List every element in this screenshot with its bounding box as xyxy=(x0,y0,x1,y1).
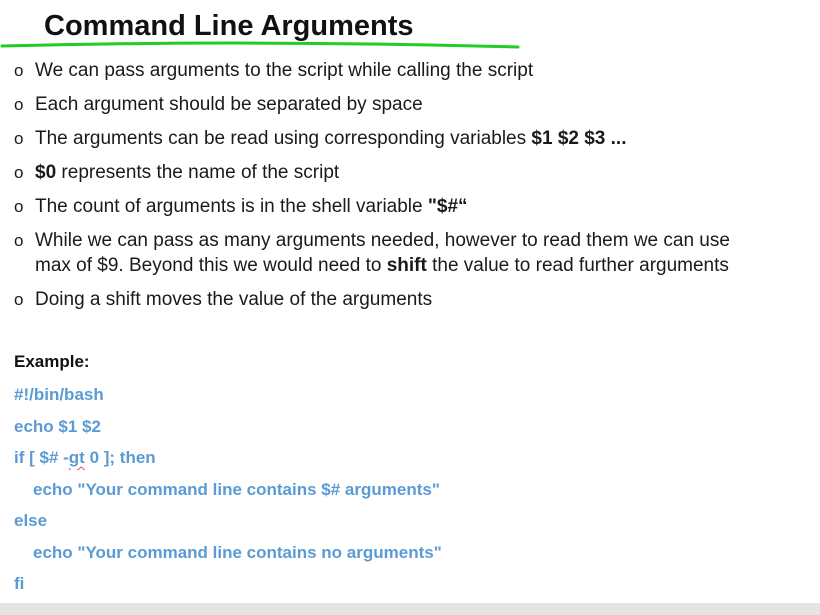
bottom-bar xyxy=(0,603,820,615)
bullet-item: o Doing a shift moves the value of the a… xyxy=(14,287,814,312)
code-line: if [ $# -gt 0 ]; then xyxy=(14,446,442,478)
bullet-text: represents the name of the script xyxy=(56,162,340,183)
bullet-bold-text: "$#“ xyxy=(427,196,468,217)
bullet-item: o The arguments can be read using corres… xyxy=(14,126,814,151)
bullet-marker: o xyxy=(14,129,24,148)
bullet-text: The count of arguments is in the shell v… xyxy=(35,196,428,217)
spellcheck-underlined-text: gt xyxy=(68,448,85,467)
bullet-text: We can pass arguments to the script whil… xyxy=(35,60,534,81)
code-text: if [ $# - xyxy=(14,448,69,467)
bullet-item: o While we can pass as many arguments ne… xyxy=(14,228,814,278)
example-label: Example: xyxy=(14,352,90,371)
bullet-text: Each argument should be separated by spa… xyxy=(35,94,423,115)
title-underline-annotation xyxy=(0,41,520,49)
code-text: 0 ]; then xyxy=(84,448,156,467)
slide: Command Line Arguments o We can pass arg… xyxy=(0,0,820,615)
bullet-marker: o xyxy=(14,163,24,182)
code-block: #!/bin/bash echo $1 $2 if [ $# -gt 0 ]; … xyxy=(14,383,442,604)
bullet-item: o The count of arguments is in the shell… xyxy=(14,194,814,219)
bullet-list: o We can pass arguments to the script wh… xyxy=(14,58,814,321)
code-line: fi xyxy=(14,574,25,593)
bullet-item: o Each argument should be separated by s… xyxy=(14,92,814,117)
bullet-marker: o xyxy=(14,290,24,309)
bullet-marker: o xyxy=(14,61,24,80)
code-line: else xyxy=(14,511,48,530)
bullet-marker: o xyxy=(14,231,24,250)
bullet-marker: o xyxy=(14,197,24,216)
bullet-text: While we can pass as many arguments need… xyxy=(35,230,730,251)
bullet-text: the value to read further arguments xyxy=(426,255,729,276)
code-line: echo "Your command line contains no argu… xyxy=(33,542,442,562)
bullet-bold-text: $1 $2 $3 ... xyxy=(531,128,627,149)
bullet-bold-text: shift xyxy=(386,255,427,276)
bullet-item: o $0 represents the name of the script xyxy=(14,160,814,185)
bullet-text: The arguments can be read using correspo… xyxy=(35,128,532,149)
code-line: #!/bin/bash xyxy=(14,385,104,404)
bullet-text: max of $9. Beyond this we would need to xyxy=(35,255,387,276)
bullet-item: o We can pass arguments to the script wh… xyxy=(14,58,814,83)
bullet-bold-text: $0 xyxy=(35,162,57,183)
code-line: echo $1 $2 xyxy=(14,416,101,436)
bullet-text: Doing a shift moves the value of the arg… xyxy=(35,289,433,310)
bullet-marker: o xyxy=(14,95,24,114)
code-line: echo "Your command line contains $# argu… xyxy=(33,479,440,499)
